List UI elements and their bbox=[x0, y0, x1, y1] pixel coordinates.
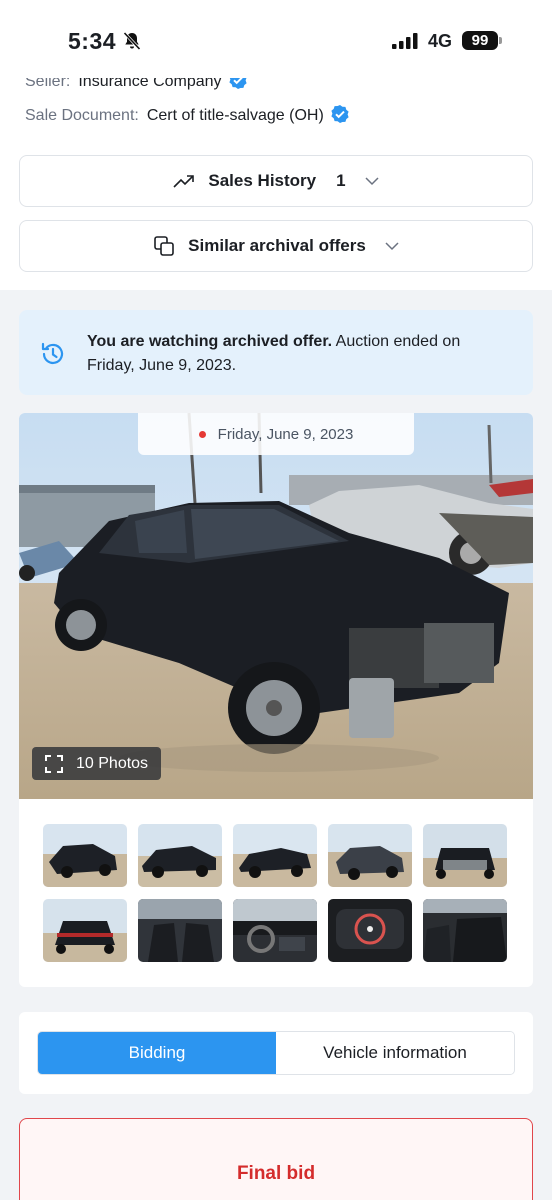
fullscreen-icon bbox=[45, 754, 63, 773]
auction-date: Friday, June 9, 2023 bbox=[217, 425, 354, 443]
network-type: 4G bbox=[428, 31, 453, 51]
sale-document-value: Cert of title-salvage (OH) bbox=[146, 107, 324, 124]
final-bid-label: Final bid bbox=[236, 1163, 316, 1184]
tab-vehicle-information[interactable]: Vehicle information bbox=[276, 1032, 514, 1074]
chevron-down-icon bbox=[385, 242, 399, 251]
verified-badge-icon bbox=[331, 105, 349, 123]
photos-count-label: 10 Photos bbox=[76, 754, 149, 772]
sales-history-button[interactable]: Sales History 1 bbox=[19, 155, 533, 207]
photos-count-button[interactable]: 10 Photos bbox=[32, 747, 161, 780]
clock: 5:34 bbox=[68, 28, 117, 54]
thumbnail-front[interactable] bbox=[423, 824, 507, 887]
thumbnail-right-side[interactable] bbox=[233, 824, 317, 887]
tab-bar: Bidding Vehicle information bbox=[37, 1031, 515, 1075]
thumbnail-front-left[interactable] bbox=[43, 824, 127, 887]
thumbnail-left-side[interactable] bbox=[138, 824, 222, 887]
similar-offers-button[interactable]: Similar archival offers bbox=[19, 220, 533, 272]
sales-history-label: Sales History bbox=[208, 171, 317, 190]
auction-date-pill: Friday, June 9, 2023 bbox=[138, 413, 414, 455]
thumbnail-dashboard[interactable] bbox=[233, 899, 317, 962]
lot-info-card: Seller: Insurance Company Sale Document: C… bbox=[0, 78, 552, 290]
signal-bars-icon bbox=[392, 33, 418, 49]
history-icon bbox=[41, 342, 64, 364]
photo-gallery: Friday, June 9, 2023 10 Photos bbox=[19, 413, 533, 987]
thumbnail-rear[interactable] bbox=[43, 899, 127, 962]
status-dot bbox=[198, 430, 206, 438]
thumbnail-grid bbox=[43, 824, 509, 962]
sales-history-count: 1 bbox=[336, 171, 346, 190]
sale-document-label: Sale Document: bbox=[25, 107, 139, 124]
trend-up-icon bbox=[173, 175, 195, 188]
battery-level: 99 bbox=[462, 31, 498, 50]
archived-notice-bold: You are watching archived offer. bbox=[87, 333, 333, 350]
archived-notice-text: You are watching archived offer. Auction… bbox=[87, 330, 507, 378]
main-vehicle-photo[interactable] bbox=[19, 413, 533, 799]
bell-slash-icon bbox=[123, 31, 141, 51]
chevron-down-icon bbox=[365, 177, 379, 186]
seller-label: Seller: bbox=[25, 78, 71, 90]
verified-badge-icon bbox=[228, 78, 247, 89]
thumbnail-instrument-cluster[interactable] bbox=[328, 899, 412, 962]
status-bar: 5:34 4G 99 bbox=[0, 0, 552, 78]
copy-icon bbox=[154, 236, 174, 256]
tabs-card: Bidding Vehicle information bbox=[19, 1012, 533, 1094]
tab-bidding[interactable]: Bidding bbox=[38, 1032, 276, 1074]
thumbnail-rear-seats[interactable] bbox=[423, 899, 507, 962]
seller-row: Seller: Insurance Company bbox=[25, 78, 248, 91]
battery-tip bbox=[499, 37, 502, 44]
thumbnail-front-right[interactable] bbox=[328, 824, 412, 887]
similar-offers-label: Similar archival offers bbox=[188, 236, 366, 255]
archived-notice: You are watching archived offer. Auction… bbox=[19, 310, 533, 395]
sale-document-row: Sale Document: Cert of title-salvage (OH) bbox=[25, 104, 350, 125]
final-bid-card: Final bid bbox=[19, 1118, 533, 1200]
thumbnail-interior-front[interactable] bbox=[138, 899, 222, 962]
seller-value: Insurance Company bbox=[78, 78, 222, 90]
